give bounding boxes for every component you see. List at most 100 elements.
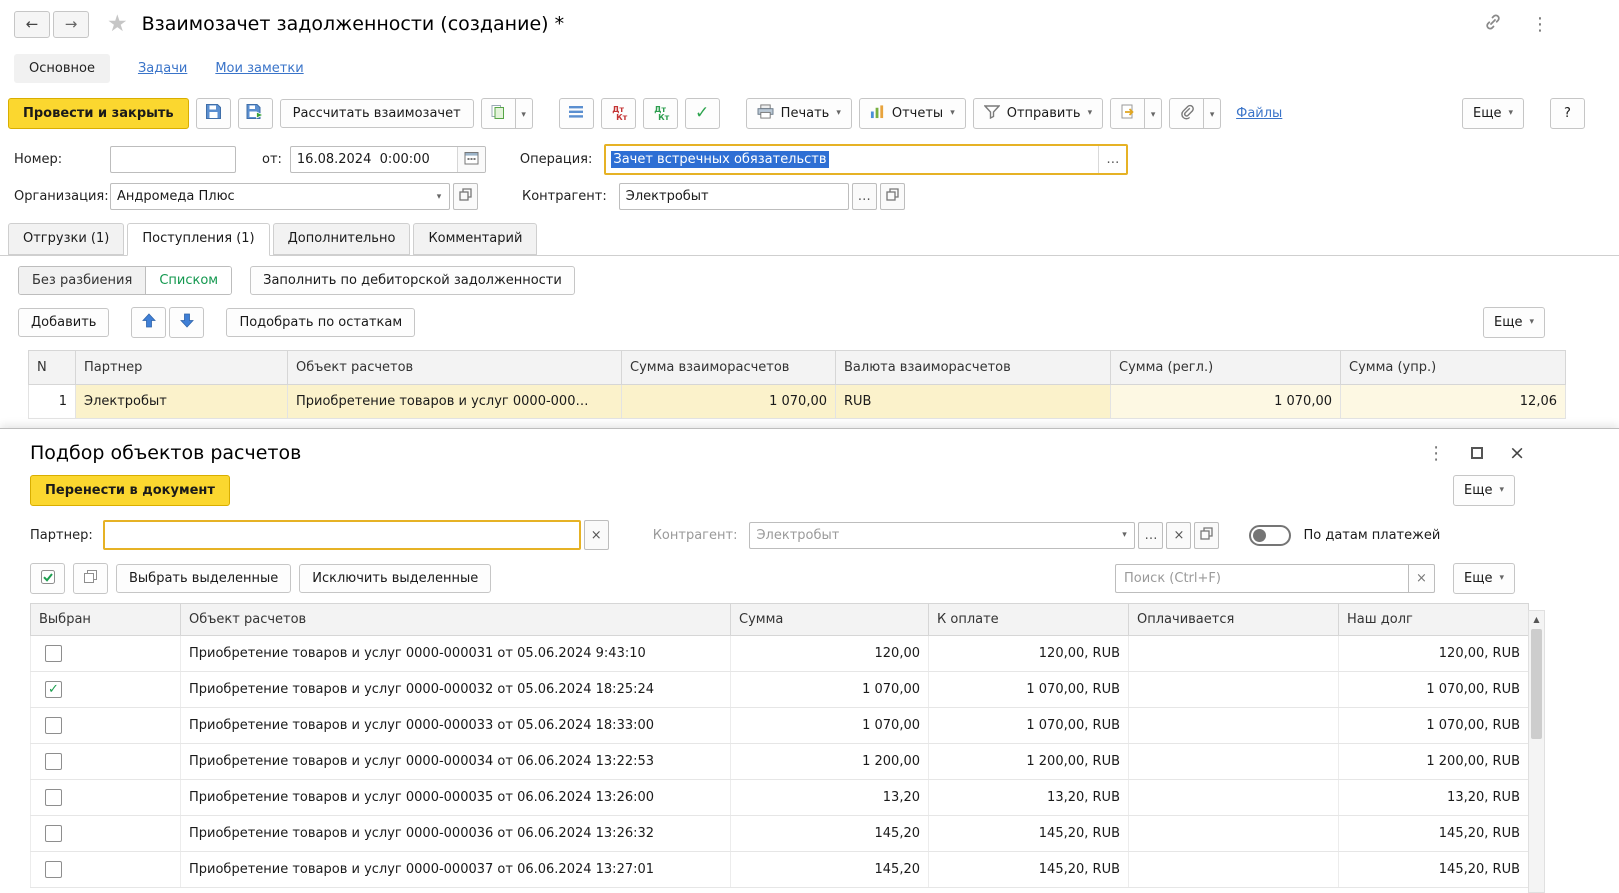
maximize-icon[interactable] (1471, 447, 1484, 459)
pick-by-balances-button[interactable]: Подобрать по остаткам (226, 308, 416, 337)
organization-input[interactable] (111, 184, 429, 209)
picker-table-row[interactable]: Приобретение товаров и услуг 0000-000034… (30, 743, 1529, 780)
picker-table-row[interactable]: Приобретение товаров и услуг 0000-000031… (30, 635, 1529, 672)
organization-open-button[interactable] (453, 183, 478, 210)
attachments-dropdown[interactable]: ▾ (1204, 98, 1222, 129)
row-checkbox[interactable] (45, 753, 62, 770)
save-and-post-button[interactable] (237, 98, 273, 129)
tab-receipts[interactable]: Поступления (1) (127, 223, 270, 256)
nav-item-tasks[interactable]: Задачи (138, 61, 187, 76)
scrollbar-thumb[interactable] (1531, 629, 1542, 739)
picker-table-row[interactable]: Приобретение товаров и услуг 0000-000037… (30, 851, 1529, 888)
attachments-button[interactable] (1169, 98, 1205, 129)
partner-input[interactable] (104, 522, 579, 548)
column-header-to-pay[interactable]: К оплате (928, 603, 1129, 636)
help-button[interactable]: ? (1550, 98, 1585, 129)
exclude-highlighted-button[interactable]: Исключить выделенные (299, 564, 492, 593)
create-copy-dropdown[interactable]: ▾ (515, 98, 533, 129)
row-checkbox[interactable] (45, 825, 62, 842)
toolbar-more-button[interactable]: Еще ▾ (1462, 98, 1524, 129)
column-header-object[interactable]: Объект расчетов (180, 603, 731, 636)
picker-counterparty-clear-button[interactable]: × (1166, 521, 1192, 549)
table-more-button[interactable]: Еще ▾ (1483, 307, 1545, 338)
tab-additional[interactable]: Дополнительно (272, 223, 411, 255)
add-button[interactable]: Добавить (18, 308, 110, 337)
picker-counterparty-select-button[interactable]: … (1138, 521, 1164, 549)
row-checkbox[interactable] (45, 645, 62, 662)
calendar-button[interactable] (456, 147, 485, 172)
nav-item-main[interactable]: Основное (14, 53, 110, 83)
move-down-button[interactable] (169, 307, 205, 338)
column-header-n[interactable]: N (28, 350, 76, 385)
row-checkbox[interactable]: ✓ (45, 681, 62, 698)
post-document-button[interactable]: ✓ (684, 98, 720, 129)
picker-more-button[interactable]: Еще ▾ (1453, 475, 1515, 506)
forward-button[interactable]: → (53, 10, 89, 38)
column-header-amount-reg[interactable]: Сумма (регл.) (1110, 350, 1341, 385)
column-header-our-debt[interactable]: Наш долг (1338, 603, 1529, 636)
transfer-to-document-button[interactable]: Перенести в документ (30, 475, 230, 506)
column-header-amount-mgmt[interactable]: Сумма (упр.) (1340, 350, 1566, 385)
document-register-button[interactable] (558, 98, 594, 129)
fill-by-receivables-button[interactable]: Заполнить по дебиторской задолженности (250, 266, 575, 295)
scroll-up-icon[interactable]: ▲ (1529, 611, 1544, 627)
row-checkbox[interactable] (45, 789, 62, 806)
send-button[interactable]: Отправить ▾ (972, 98, 1104, 129)
column-header-currency[interactable]: Валюта взаиморасчетов (835, 350, 1111, 385)
picker-kebab-menu-icon[interactable]: ⋮ (1427, 443, 1445, 464)
picker-table-row[interactable]: ✓ Приобретение товаров и услуг 0000-00003… (30, 671, 1529, 708)
post-and-close-button[interactable]: Провести и закрыть (8, 98, 189, 129)
picker-counterparty-open-button[interactable] (1194, 521, 1220, 549)
column-header-amount[interactable]: Сумма взаиморасчетов (621, 350, 836, 385)
dropdown-caret-icon[interactable]: ▾ (429, 192, 449, 202)
kebab-menu-icon[interactable]: ⋮ (1531, 14, 1549, 35)
nav-item-notes[interactable]: Мои заметки (215, 61, 303, 76)
picker-list-more-button[interactable]: Еще ▾ (1453, 563, 1515, 594)
create-copy-button[interactable] (480, 98, 516, 129)
operation-field[interactable]: Зачет встречных обязательств … (604, 144, 1129, 175)
create-based-on-button[interactable] (1110, 98, 1146, 129)
vertical-scrollbar[interactable]: ▲ (1528, 610, 1545, 893)
counterparty-select-button[interactable]: … (851, 183, 877, 210)
recalculate-button[interactable]: Рассчитать взаимозачет (279, 99, 474, 128)
copy-link-icon[interactable] (1483, 12, 1503, 36)
number-input[interactable] (110, 146, 236, 173)
counterparty-input[interactable] (619, 184, 848, 209)
column-header-partner[interactable]: Партнер (75, 350, 288, 385)
partner-clear-button[interactable]: × (583, 520, 609, 550)
operation-select-button[interactable]: … (1098, 146, 1127, 173)
print-button[interactable]: Печать ▾ (745, 98, 852, 129)
select-highlighted-button[interactable]: Выбрать выделенные (116, 564, 292, 593)
date-input[interactable] (290, 147, 457, 172)
favorite-star-icon[interactable]: ★ (107, 11, 128, 37)
column-header-paying[interactable]: Оплачивается (1128, 603, 1339, 636)
dropdown-caret-icon[interactable]: ▾ (1114, 530, 1134, 540)
row-checkbox[interactable] (45, 717, 62, 734)
column-header-sum[interactable]: Сумма (730, 603, 929, 636)
column-header-object[interactable]: Объект расчетов (287, 350, 622, 385)
search-clear-button[interactable]: × (1409, 564, 1435, 593)
files-link[interactable]: Файлы (1236, 106, 1282, 121)
tab-comment[interactable]: Комментарий (413, 223, 538, 255)
picker-table-row[interactable]: Приобретение товаров и услуг 0000-000036… (30, 815, 1529, 852)
debit-credit-check-button[interactable]: Дт Кт (642, 98, 678, 129)
row-checkbox[interactable] (45, 861, 62, 878)
picker-counterparty-input[interactable] (750, 522, 1115, 548)
close-icon[interactable]: × (1509, 442, 1525, 464)
debit-credit-movements-button[interactable]: Дт Кт (600, 98, 636, 129)
column-header-checked[interactable]: Выбран (30, 603, 181, 636)
check-all-button[interactable] (30, 563, 65, 594)
save-button[interactable] (195, 98, 231, 129)
create-based-on-dropdown[interactable]: ▾ (1145, 98, 1163, 129)
counterparty-open-button[interactable] (879, 183, 905, 210)
search-input[interactable] (1115, 564, 1409, 593)
tab-shipments[interactable]: Отгрузки (1) (8, 223, 125, 255)
uncheck-all-button[interactable] (73, 563, 108, 594)
back-button[interactable]: ← (14, 10, 50, 38)
reports-button[interactable]: Отчеты ▾ (858, 98, 966, 129)
move-up-button[interactable] (131, 307, 167, 338)
picker-table-row[interactable]: Приобретение товаров и услуг 0000-000033… (30, 707, 1529, 744)
no-split-option[interactable]: Без разбиения (19, 267, 146, 294)
receipts-table-row[interactable]: 1 Электробыт Приобретение товаров и услуг … (28, 384, 1566, 419)
picker-table-row[interactable]: Приобретение товаров и услуг 0000-000035… (30, 779, 1529, 816)
